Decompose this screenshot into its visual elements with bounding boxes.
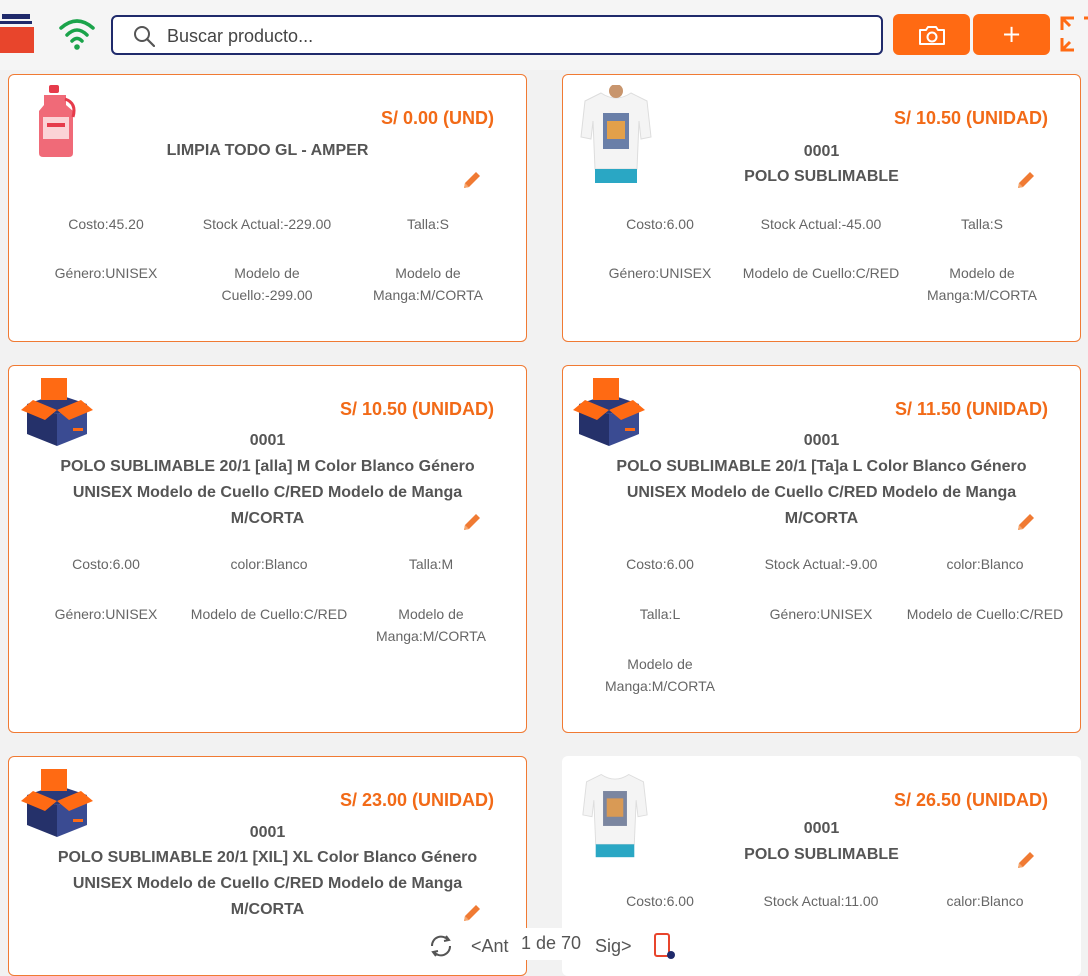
attr-genero: Género:UNISEX [608, 265, 712, 281]
product-name: POLO SUBLIMABLE 20/1 [alla] M Color Blan… [60, 458, 475, 527]
attr-costo: Costo:6.00 [626, 556, 694, 572]
product-name: LIMPIA TODO GL - AMPER [166, 142, 369, 159]
attr-talla: Talla:S [960, 216, 1004, 232]
refresh-icon[interactable] [427, 933, 455, 959]
product-price: S/ 10.50 (UNIDAD) [893, 108, 1048, 128]
product-code: 0001 [803, 820, 840, 837]
search-input[interactable] [165, 21, 869, 51]
attr-color: color:Blanco [946, 556, 1024, 572]
top-bar: + [0, 0, 1088, 70]
attr-talla: Talla:S [406, 216, 450, 232]
camera-icon [918, 25, 945, 45]
attr-modelo-manga: Modelo de Manga:M/CORTA [927, 265, 1037, 303]
attr-stock: Stock Actual:11.00 [763, 893, 879, 909]
store-icon[interactable] [0, 12, 36, 54]
attr-modelo-cuello: Modelo de Cuello:C/RED [906, 606, 1064, 622]
attr-costo: Costo:45.20 [68, 216, 144, 232]
attr-genero: Género:UNISEX [54, 265, 158, 281]
attr-modelo-manga: Modelo de Manga:M/CORTA [376, 606, 486, 644]
page-indicator: 1 de 70 [521, 933, 582, 953]
attr-costo: Costo:6.00 [626, 893, 694, 909]
attr-color: calor:Blanco [946, 893, 1024, 909]
product-name: POLO SUBLIMABLE [744, 168, 899, 185]
product-card[interactable]: S/ 10.50 (UNIDAD) 0001 POLO SUBLIMABLE 2… [8, 365, 527, 733]
product-price: S/ 10.50 (UNIDAD) [339, 399, 494, 419]
product-card[interactable]: S/ 10.50 (UNIDAD) 0001 POLO SUBLIMABLE C… [562, 74, 1081, 342]
edit-pencil-icon[interactable] [1015, 849, 1037, 871]
product-code: 0001 [803, 143, 840, 160]
attr-modelo-cuello: Modelo de Cuello:-299.00 [221, 265, 313, 303]
attr-stock: Stock Actual:-45.00 [760, 216, 882, 232]
search-box [111, 15, 883, 55]
attr-color: color:Blanco [230, 556, 308, 572]
product-price: S/ 26.50 (UNIDAD) [893, 790, 1048, 810]
product-price: S/ 23.00 (UNIDAD) [339, 790, 494, 810]
attr-modelo-cuello: Modelo de Cuello:C/RED [742, 265, 900, 281]
fullscreen-icon[interactable] [1058, 14, 1088, 54]
product-card[interactable]: S/ 0.00 (UND) LIMPIA TODO GL - AMPER Cos… [8, 74, 527, 342]
prev-page-link[interactable]: <Ant [471, 936, 509, 957]
edit-pencil-icon[interactable] [461, 902, 483, 924]
attr-genero: Género:UNISEX [769, 606, 873, 622]
attr-genero: Género:UNISEX [54, 606, 158, 622]
edit-pencil-icon[interactable] [461, 511, 483, 533]
attr-talla: Talla:M [408, 556, 454, 572]
product-code: 0001 [249, 824, 286, 841]
edit-pencil-icon[interactable] [461, 169, 483, 191]
attr-stock: Stock Actual:-9.00 [764, 556, 878, 572]
attr-modelo-cuello: Modelo de Cuello:C/RED [190, 606, 348, 622]
add-product-button[interactable]: + [973, 14, 1050, 55]
edit-pencil-icon[interactable] [1015, 169, 1037, 191]
mobile-device-icon[interactable] [651, 932, 677, 960]
attr-modelo-manga: Modelo de Manga:M/CORTA [373, 265, 483, 303]
attr-stock: Stock Actual:-229.00 [202, 216, 332, 232]
pagination-bar: <Ant 1 de 70 Sig> [419, 928, 687, 960]
product-name: POLO SUBLIMABLE 20/1 [XIL] XL Color Blan… [57, 849, 478, 918]
product-code: 0001 [249, 432, 286, 449]
search-icon [134, 26, 155, 47]
product-card[interactable]: S/ 11.50 (UNIDAD) 0001 POLO SUBLIMABLE 2… [562, 365, 1081, 733]
product-price: S/ 0.00 (UND) [380, 108, 494, 128]
next-page-link[interactable]: Sig> [595, 936, 632, 957]
product-name: POLO SUBLIMABLE [744, 846, 899, 863]
wifi-icon [59, 19, 95, 50]
product-code: 0001 [803, 432, 840, 449]
camera-button[interactable] [893, 14, 970, 55]
attr-costo: Costo:6.00 [72, 556, 140, 572]
attr-modelo-manga: Modelo de Manga:M/CORTA [605, 656, 715, 694]
edit-pencil-icon[interactable] [1015, 511, 1037, 533]
attr-talla: Talla:L [639, 606, 681, 622]
product-name: POLO SUBLIMABLE 20/1 [Ta]a L Color Blanc… [616, 458, 1027, 527]
attr-costo: Costo:6.00 [626, 216, 694, 232]
product-price: S/ 11.50 (UNIDAD) [894, 399, 1048, 419]
